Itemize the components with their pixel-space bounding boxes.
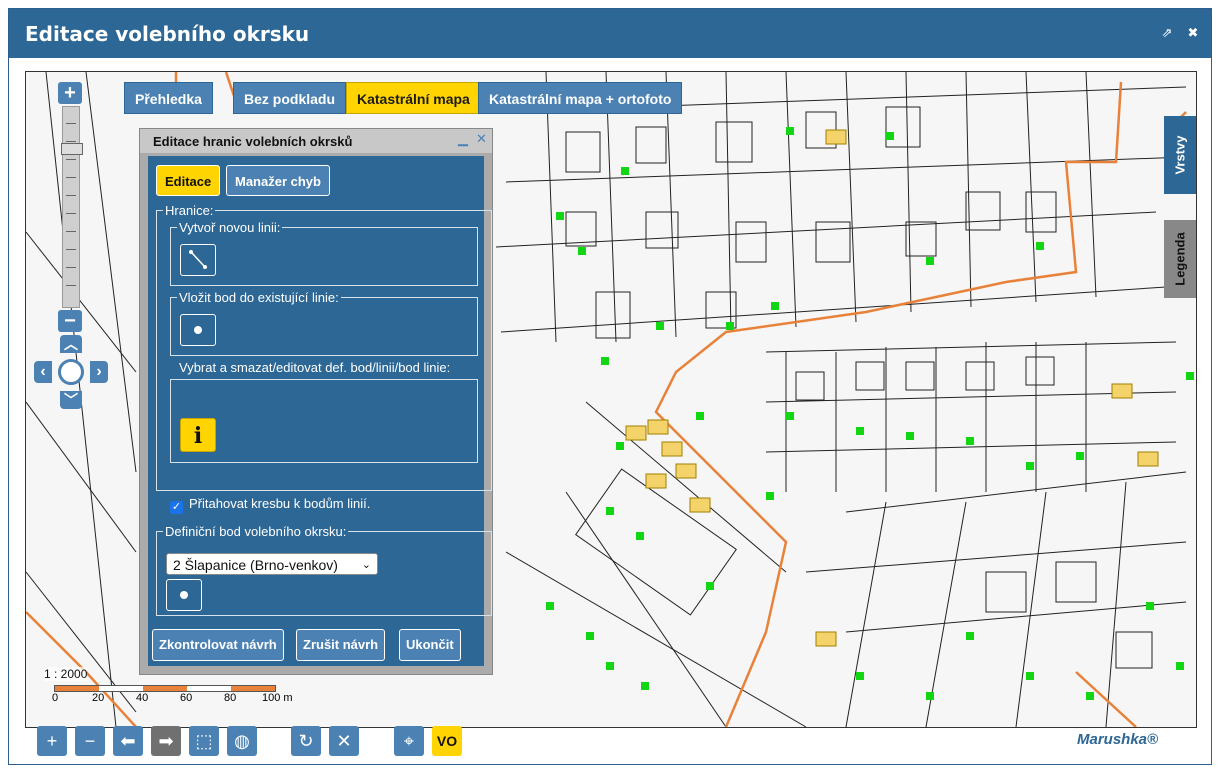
- cancel-proposal-button[interactable]: Zrušit návrh: [296, 629, 386, 661]
- new-line-label: Vytvoř novou linii:: [179, 220, 281, 235]
- tab-edit[interactable]: Editace: [156, 165, 221, 196]
- zoom-thumb[interactable]: [61, 143, 83, 155]
- pan-down-icon[interactable]: ﹀: [60, 391, 82, 409]
- zoom-slider: + −: [58, 82, 84, 336]
- select-edit-label: Vybrat a smazat/editovat def. bod/linii/…: [179, 360, 451, 375]
- scale-tick: 80: [224, 692, 237, 704]
- district-select[interactable]: 2 Šlapanice (Brno-venkov) ⌄: [166, 553, 378, 575]
- pan-control: ︿ ﹀ ‹ ›: [34, 335, 108, 409]
- globe-tool[interactable]: ◍: [227, 726, 257, 756]
- line-draw-icon: [189, 250, 207, 269]
- pan-center-icon[interactable]: [58, 359, 84, 385]
- locate-tool[interactable]: ⌖: [394, 726, 424, 756]
- new-line-group: Vytvoř novou linii:: [170, 220, 478, 286]
- tab-legend[interactable]: Legenda: [1164, 220, 1196, 298]
- scale-tick: 0: [52, 692, 59, 704]
- tab-error-manager[interactable]: Manažer chyb: [226, 165, 330, 196]
- district-select-value: 2 Šlapanice (Brno-venkov): [173, 557, 338, 573]
- scale-bar-graphic: [54, 685, 276, 692]
- scale-tick: 60: [180, 692, 193, 704]
- zoom-out-button[interactable]: −: [58, 310, 82, 332]
- select-area-tool[interactable]: ⬚: [189, 726, 219, 756]
- panel-titlebar[interactable]: Editace hranic volebních okrsků ▁ ✕: [140, 129, 492, 153]
- refresh-tool[interactable]: ↻: [291, 726, 321, 756]
- zoom-in-button[interactable]: +: [58, 82, 82, 104]
- snap-label: Přitahovat kresbu k bodům linií.: [189, 496, 371, 511]
- vo-button[interactable]: VO: [432, 726, 462, 756]
- window-title: Editace volebního okrsku: [25, 22, 310, 46]
- draw-line-button[interactable]: [180, 244, 216, 276]
- scale-tick: 20: [92, 692, 105, 704]
- layer-cadastral-ortho[interactable]: Katastrální mapa + ortofoto: [478, 82, 683, 114]
- tab-layers-label: Vrstvy: [1172, 135, 1188, 175]
- close-icon[interactable]: ✕: [476, 131, 487, 147]
- brand-logo: Marushka®: [1077, 731, 1159, 748]
- tab-legend-label: Legenda: [1172, 232, 1188, 286]
- forward-tool[interactable]: ➡: [151, 726, 181, 756]
- layer-cadastral-map[interactable]: Katastrální mapa: [346, 82, 481, 114]
- panel-body: Editace Manažer chyb Hranice: Vytvoř nov…: [148, 156, 492, 666]
- zoom-out-tool[interactable]: −: [75, 726, 105, 756]
- popout-icon[interactable]: ⇗: [1159, 25, 1175, 41]
- check-icon: ✓: [170, 501, 183, 514]
- info-icon[interactable]: i: [180, 418, 216, 452]
- point-icon: [180, 591, 188, 599]
- definition-point-label: Definiční bod volebního okrsku:: [165, 524, 347, 539]
- minimize-icon[interactable]: ▁: [458, 131, 468, 147]
- insert-point-group: Vložit bod do existující linie:: [170, 290, 478, 356]
- zoom-in-tool[interactable]: +: [37, 726, 67, 756]
- editor-window: Editace volebního okrsku ⇗ ✖ Přehledka B…: [8, 8, 1212, 765]
- layer-overview[interactable]: Přehledka: [124, 82, 213, 114]
- scale-tick: 40: [136, 692, 149, 704]
- close-icon[interactable]: ✖: [1185, 25, 1201, 41]
- tab-layers[interactable]: Vrstvy: [1164, 116, 1196, 194]
- select-edit-group: Vybrat a smazat/editovat def. bod/linii/…: [170, 360, 478, 463]
- snap-checkbox[interactable]: ✓ Přitahovat kresbu k bodům linií.: [170, 496, 370, 514]
- pan-up-icon[interactable]: ︿: [60, 335, 82, 353]
- insert-point-button[interactable]: [180, 314, 216, 346]
- back-tool[interactable]: ⬅: [113, 726, 143, 756]
- pan-left-icon[interactable]: ‹: [34, 361, 52, 383]
- scale-ratio: 1 : 2000: [44, 667, 88, 681]
- zoom-track[interactable]: [61, 106, 83, 308]
- layer-no-background[interactable]: Bez podkladu: [233, 82, 347, 114]
- pan-right-icon[interactable]: ›: [90, 361, 108, 383]
- clear-tool[interactable]: ✕: [329, 726, 359, 756]
- title-bar: Editace volebního okrsku ⇗ ✖: [9, 9, 1211, 58]
- insert-point-label: Vložit bod do existující linie:: [179, 290, 339, 305]
- chevron-down-icon: ⌄: [361, 559, 371, 571]
- place-definition-point-button[interactable]: [166, 579, 202, 611]
- finish-button[interactable]: Ukončit: [399, 629, 461, 661]
- scale-tick: 100 m: [262, 692, 293, 704]
- check-proposal-button[interactable]: Zkontrolovat návrh: [152, 629, 284, 661]
- panel-title: Editace hranic volebních okrsků: [153, 134, 353, 149]
- cadastral-map[interactable]: Přehledka Bez podkladu Katastrální mapa …: [25, 71, 1197, 728]
- point-icon: [194, 326, 202, 334]
- boundaries-legend: Hranice:: [165, 203, 214, 218]
- boundary-edit-panel: Editace hranic volebních okrsků ▁ ✕ Edit…: [139, 128, 493, 675]
